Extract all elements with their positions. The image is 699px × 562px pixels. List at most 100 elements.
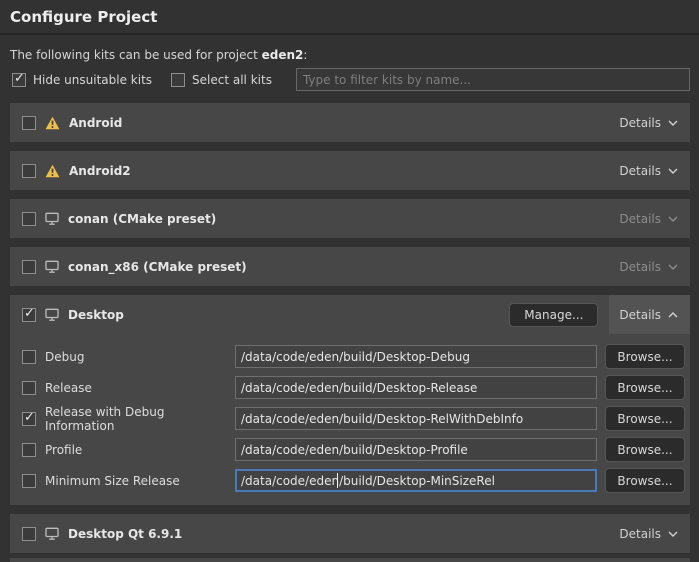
build-dir-wrap: [235, 407, 597, 430]
details-toggle: Details: [609, 247, 690, 286]
kit-name: conan (CMake preset): [68, 212, 216, 226]
config-checkbox-label[interactable]: Release: [22, 381, 235, 395]
kit-checkbox[interactable]: [22, 164, 36, 178]
desktop-icon: [45, 260, 59, 273]
intro-text: The following kits can be used for proje…: [10, 48, 689, 62]
chevron-up-icon: [668, 312, 678, 318]
kit-panel-android: Android Details: [10, 103, 690, 142]
browse-button[interactable]: Browse...: [605, 375, 685, 400]
select-all-checkbox[interactable]: Select all kits: [171, 73, 272, 87]
details-toggle[interactable]: Details: [609, 103, 690, 142]
details-label: Details: [619, 116, 661, 130]
kit-name: Android: [69, 116, 122, 130]
kit-panel-conan-cmake-preset: conan (CMake preset) Details: [10, 199, 690, 238]
config-label: Release: [45, 381, 92, 395]
kit-checkbox[interactable]: [22, 212, 36, 226]
warning-icon: [45, 116, 60, 130]
kit-checkbox[interactable]: [22, 308, 36, 322]
kit-name: Android2: [69, 164, 131, 178]
kit-name: Desktop Qt 6.9.1: [68, 527, 182, 541]
hide-unsuitable-label: Hide unsuitable kits: [33, 73, 152, 87]
build-config-list: Debug Browse... Release Browse... Releas…: [10, 334, 690, 505]
kit-panel-conan-x86-cmake-preset: conan_x86 (CMake preset) Details: [10, 247, 690, 286]
intro-prefix: The following kits can be used for proje…: [10, 48, 262, 62]
details-toggle: Details: [609, 199, 690, 238]
desktop-icon: [45, 308, 59, 321]
build-dir-wrap: [235, 376, 597, 399]
browse-button[interactable]: Browse...: [605, 406, 685, 431]
details-toggle[interactable]: Details: [609, 151, 690, 190]
browse-button[interactable]: Browse...: [605, 468, 685, 493]
config-checkbox[interactable]: [22, 412, 36, 426]
next-kit-row-partial: [10, 558, 690, 562]
details-label: Details: [619, 527, 661, 541]
kit-list: Android Details Android2 Details: [10, 103, 690, 553]
kit-row-conan-x86-cmake-preset: conan_x86 (CMake preset) Details: [10, 247, 690, 286]
kit-panel-android2: Android2 Details: [10, 151, 690, 190]
build-dir-wrap: [235, 469, 597, 492]
details-label: Details: [619, 212, 661, 226]
kit-filter-input[interactable]: [296, 68, 690, 91]
filter-bar: Hide unsuitable kits Select all kits: [12, 68, 690, 91]
build-dir-input[interactable]: [235, 376, 597, 399]
kit-name: conan_x86 (CMake preset): [68, 260, 247, 274]
config-label: Profile: [45, 443, 82, 457]
browse-button[interactable]: Browse...: [605, 437, 685, 462]
config-checkbox-label[interactable]: Minimum Size Release: [22, 474, 235, 488]
details-label: Details: [619, 308, 661, 322]
checkbox-icon[interactable]: [12, 73, 26, 87]
kit-row-android: Android Details: [10, 103, 690, 142]
chevron-down-icon: [668, 168, 678, 174]
kit-panel-desktop-qt-6-9-1: Desktop Qt 6.9.1 Details: [10, 514, 690, 553]
build-dir-input[interactable]: [235, 438, 597, 461]
chevron-down-icon: [668, 264, 678, 270]
build-dir-input[interactable]: [235, 407, 597, 430]
details-label: Details: [619, 260, 661, 274]
config-checkbox-label[interactable]: Debug: [22, 350, 235, 364]
hide-unsuitable-checkbox[interactable]: Hide unsuitable kits: [12, 73, 152, 87]
details-label: Details: [619, 164, 661, 178]
kit-row-conan-cmake-preset: conan (CMake preset) Details: [10, 199, 690, 238]
kit-panel-desktop: Desktop Manage... Details Debug Browse..…: [10, 295, 690, 505]
browse-button[interactable]: Browse...: [605, 344, 685, 369]
chevron-down-icon: [668, 120, 678, 126]
config-checkbox[interactable]: [22, 474, 36, 488]
config-checkbox[interactable]: [22, 350, 36, 364]
kit-row-desktop: Desktop Manage... Details: [10, 295, 690, 334]
config-row-release-with-debug-information: Release with Debug Information Browse...: [22, 403, 685, 434]
chevron-down-icon: [668, 216, 678, 222]
project-name: eden2: [262, 48, 304, 62]
config-label: Minimum Size Release: [45, 474, 180, 488]
chevron-down-icon: [668, 531, 678, 537]
config-checkbox-label[interactable]: Release with Debug Information: [22, 405, 235, 433]
details-toggle[interactable]: Details: [609, 514, 690, 553]
intro-suffix: :: [303, 48, 307, 62]
build-dir-wrap: [235, 345, 597, 368]
kit-row-android2: Android2 Details: [10, 151, 690, 190]
desktop-icon: [45, 527, 59, 540]
config-checkbox-label[interactable]: Profile: [22, 443, 235, 457]
details-toggle[interactable]: Details: [609, 295, 690, 334]
select-all-label: Select all kits: [192, 73, 272, 87]
config-row-release: Release Browse...: [22, 372, 685, 403]
kit-checkbox[interactable]: [22, 116, 36, 130]
kit-checkbox[interactable]: [22, 527, 36, 541]
kit-checkbox[interactable]: [22, 260, 36, 274]
config-label: Debug: [45, 350, 84, 364]
kit-row-desktop-qt-6-9-1: Desktop Qt 6.9.1 Details: [10, 514, 690, 553]
desktop-icon: [45, 212, 59, 225]
config-row-minimum-size-release: Minimum Size Release Browse...: [22, 465, 685, 496]
configure-project-page: Configure Project The following kits can…: [0, 0, 699, 562]
config-row-debug: Debug Browse...: [22, 341, 685, 372]
manage-button[interactable]: Manage...: [509, 303, 598, 327]
config-checkbox[interactable]: [22, 381, 36, 395]
config-checkbox[interactable]: [22, 443, 36, 457]
config-row-profile: Profile Browse...: [22, 434, 685, 465]
page-header: Configure Project: [0, 0, 699, 35]
text-caret: [337, 473, 338, 488]
build-dir-input[interactable]: [235, 469, 597, 492]
checkbox-icon[interactable]: [171, 73, 185, 87]
build-dir-wrap: [235, 438, 597, 461]
config-label: Release with Debug Information: [45, 405, 235, 433]
build-dir-input[interactable]: [235, 345, 597, 368]
